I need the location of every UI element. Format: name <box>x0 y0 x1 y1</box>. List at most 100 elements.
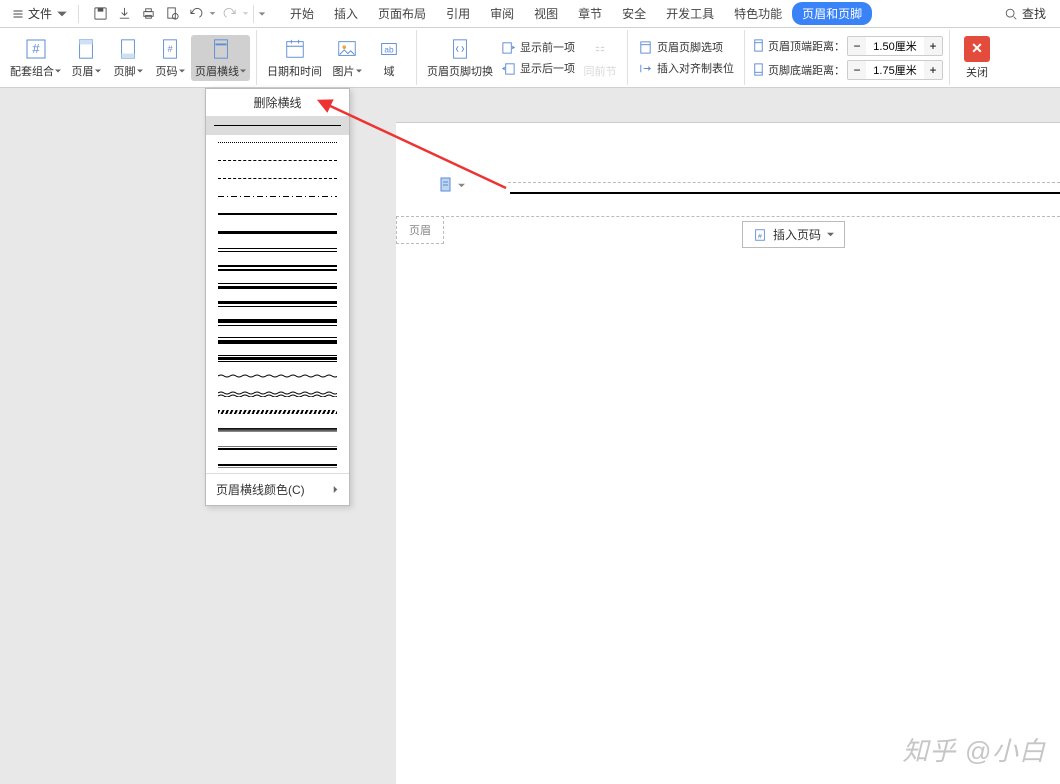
tab-page-layout[interactable]: 页面布局 <box>368 1 436 26</box>
field-icon: ab <box>377 37 401 61</box>
redo-icon[interactable] <box>218 3 240 25</box>
file-menu[interactable]: 文件 <box>6 3 74 24</box>
tab-features[interactable]: 特色功能 <box>724 1 792 26</box>
top-margin-input[interactable] <box>866 37 924 55</box>
save-icon[interactable] <box>89 3 111 25</box>
line-style-medium[interactable] <box>218 211 337 217</box>
same-as-previous-button[interactable]: 同前节 <box>579 35 621 81</box>
top-margin-spinner[interactable]: − + <box>847 36 943 56</box>
template-combo-button[interactable]: # 配套组合 <box>6 35 65 81</box>
header-line-button[interactable]: 页眉横线 <box>191 35 250 81</box>
line-style-gradient[interactable] <box>218 427 337 433</box>
line-style-diagonal[interactable] <box>218 409 337 415</box>
page-number-icon: # <box>753 228 767 242</box>
menu-bar: 文件 开始 插入 页面布局 引用 审阅 视图 章节 安全 开发工具 特色功能 页… <box>0 0 1060 28</box>
insert-page-number-button[interactable]: # 插入页码 <box>742 221 845 248</box>
page-number-icon: # <box>158 37 182 61</box>
header-footer-options-button[interactable]: 页眉页脚选项 <box>634 37 738 57</box>
ribbon: # 配套组合 页眉 页脚 # 页码 页眉横线 日期和时间 图片 ab <box>0 28 1060 88</box>
bottom-margin-spinner[interactable]: − + <box>847 60 943 80</box>
print-icon[interactable] <box>137 3 159 25</box>
close-header-footer-button[interactable]: ✕ 关闭 <box>956 34 998 82</box>
print-preview-icon[interactable] <box>161 3 183 25</box>
tab-icon <box>638 61 653 76</box>
decrease-button[interactable]: − <box>848 37 866 55</box>
insert-align-tab-button[interactable]: 插入对齐制表位 <box>634 58 738 78</box>
decrease-button[interactable]: − <box>848 61 866 79</box>
line-style-thick[interactable] <box>218 229 337 235</box>
document-canvas <box>396 122 1060 784</box>
quick-access-toolbar <box>89 3 266 25</box>
bottom-margin-label: 页脚底端距离： <box>768 62 845 78</box>
options-icon <box>638 40 653 55</box>
tab-security[interactable]: 安全 <box>612 1 656 26</box>
next-icon <box>501 61 516 76</box>
field-button[interactable]: ab 域 <box>368 35 410 81</box>
top-margin-label: 页眉顶端距离： <box>768 38 845 54</box>
line-color-item[interactable]: 页眉横线颜色(C) <box>206 473 349 505</box>
tab-references[interactable]: 引用 <box>436 1 480 26</box>
tab-start[interactable]: 开始 <box>280 1 324 26</box>
tab-sections[interactable]: 章节 <box>568 1 612 26</box>
close-icon: ✕ <box>964 36 990 62</box>
increase-button[interactable]: + <box>924 61 942 79</box>
chevron-down-icon <box>56 8 68 20</box>
show-next-button[interactable]: 显示后一项 <box>497 58 579 78</box>
file-menu-label: 文件 <box>28 5 52 22</box>
prev-icon <box>501 40 516 55</box>
svg-text:#: # <box>758 233 762 240</box>
line-style-double-wave[interactable] <box>218 391 337 397</box>
chevron-down-icon[interactable] <box>209 10 216 17</box>
hamburger-icon <box>12 8 24 20</box>
line-style-double-thin[interactable] <box>218 247 337 253</box>
chevron-down-icon[interactable] <box>242 10 249 17</box>
line-style-engrave[interactable] <box>218 463 337 469</box>
chevron-right-icon <box>332 486 339 493</box>
header-line-icon <box>209 37 233 61</box>
search-icon <box>1004 7 1018 21</box>
undo-icon[interactable] <box>185 3 207 25</box>
switch-icon <box>448 37 472 61</box>
line-style-double-thick[interactable] <box>218 265 337 271</box>
show-previous-button[interactable]: 显示前一项 <box>497 37 579 57</box>
picture-icon <box>335 37 359 61</box>
line-style-thin-thick[interactable] <box>218 283 337 289</box>
page-header-icon <box>74 37 98 61</box>
line-style-thin-thick-2[interactable] <box>218 337 337 343</box>
page-number-button[interactable]: # 页码 <box>149 35 191 81</box>
svg-text:#: # <box>32 41 40 56</box>
tab-developer[interactable]: 开发工具 <box>656 1 724 26</box>
search-label: 查找 <box>1022 5 1046 22</box>
line-style-triple[interactable] <box>218 355 337 361</box>
picture-button[interactable]: 图片 <box>326 35 368 81</box>
header-button[interactable]: 页眉 <box>65 35 107 81</box>
header-footer-switch-button[interactable]: 页眉页脚切换 <box>423 35 497 81</box>
link-icon <box>588 37 612 61</box>
footer-bottom-margin-row: 页脚底端距离： − + <box>751 60 943 80</box>
svg-text:ab: ab <box>384 45 394 54</box>
svg-text:#: # <box>167 43 173 53</box>
line-style-thick-thin[interactable] <box>218 301 337 307</box>
increase-button[interactable]: + <box>924 37 942 55</box>
page-footer-icon <box>116 37 140 61</box>
line-style-wave[interactable] <box>218 373 337 379</box>
hash-grid-icon: # <box>24 37 48 61</box>
export-icon[interactable] <box>113 3 135 25</box>
tab-view[interactable]: 视图 <box>524 1 568 26</box>
line-style-thick-thin-2[interactable] <box>218 319 337 325</box>
bottom-margin-input[interactable] <box>866 61 924 79</box>
date-time-button[interactable]: 日期和时间 <box>263 35 326 81</box>
ribbon-tabs: 开始 插入 页面布局 引用 审阅 视图 章节 安全 开发工具 特色功能 页眉和页… <box>280 1 996 26</box>
footer-button[interactable]: 页脚 <box>107 35 149 81</box>
overflow-icon[interactable] <box>258 10 266 18</box>
bottom-margin-icon <box>751 62 766 77</box>
tab-review[interactable]: 审阅 <box>480 1 524 26</box>
line-style-emboss[interactable] <box>218 445 337 451</box>
header-top-margin-row: 页眉顶端距离： − + <box>751 36 943 56</box>
search-button[interactable]: 查找 <box>996 3 1054 24</box>
watermark: 知乎 @小白 <box>902 731 1046 768</box>
tab-insert[interactable]: 插入 <box>324 1 368 26</box>
annotation-arrow <box>316 98 516 198</box>
header-region-label: 页眉 <box>396 216 444 244</box>
tab-header-footer[interactable]: 页眉和页脚 <box>792 2 872 25</box>
